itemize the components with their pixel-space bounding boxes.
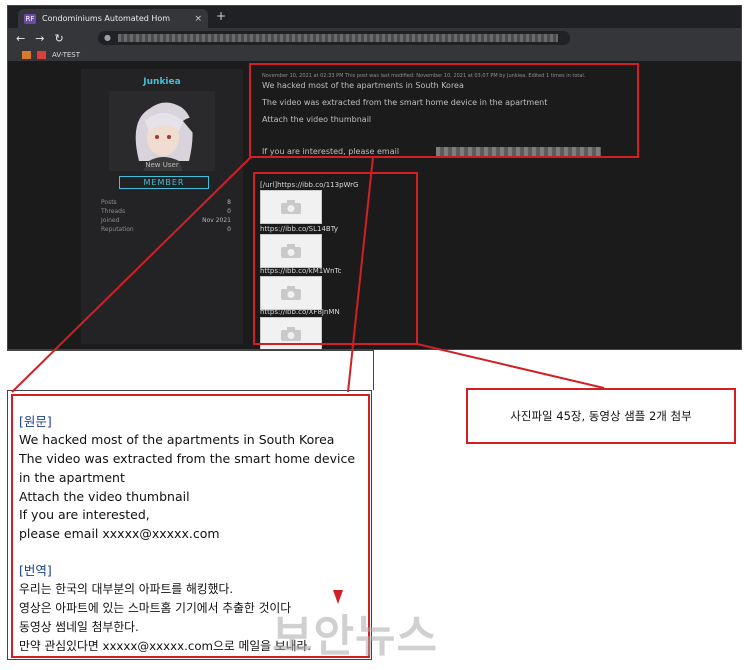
translated-line: 우리는 한국의 대부분의 아파트를 해킹했다. xyxy=(19,582,234,596)
original-line: The video was extracted from the smart h… xyxy=(19,451,356,466)
caption-text: 사진파일 45장, 동영상 샘플 2개 첨부 xyxy=(510,409,692,423)
original-line: If you are interested, xyxy=(19,507,150,522)
divider xyxy=(373,350,374,390)
translated-line: 만약 관심있다면 xxxxx@xxxxx.com으로 메일을 보내라. xyxy=(19,639,312,653)
watermark-marker-icon xyxy=(333,590,343,604)
translated-line: 영상은 아파트에 있는 스마트홈 기기에서 추출한 것이다 xyxy=(19,601,292,615)
address-bar[interactable]: ● xyxy=(98,31,570,45)
translated-header: [번역] xyxy=(19,563,52,578)
watermark: 보안뉴스 xyxy=(272,611,438,662)
caption-box: 사진파일 45장, 동영상 샘플 2개 첨부 xyxy=(466,388,736,444)
forward-arrow-icon[interactable]: → xyxy=(35,32,44,45)
original-line: in the apartment xyxy=(19,470,125,485)
browser-tab[interactable]: RF Condominiums Automated Hom × xyxy=(18,9,208,28)
translated-line: 동영상 썸네일 첨부한다. xyxy=(19,620,139,634)
reload-icon[interactable]: ↻ xyxy=(54,32,63,45)
tab-title: Condominiums Automated Hom xyxy=(42,14,171,23)
rank-badge: MEMBER xyxy=(119,176,209,189)
lock-icon: ● xyxy=(104,33,111,42)
stat-posts: Posts 8 xyxy=(101,199,231,206)
tab-close-icon[interactable]: × xyxy=(194,14,202,24)
original-line: We hacked most of the apartments in Sout… xyxy=(19,432,335,447)
divider xyxy=(7,350,374,351)
back-arrow-icon[interactable]: ← xyxy=(16,32,25,45)
tab-favicon-icon: RF xyxy=(24,13,36,24)
browser-tab-bar: RF Condominiums Automated Hom × + xyxy=(8,6,741,28)
browser-nav-bar: ← → ↻ ● xyxy=(8,28,741,48)
bookmark-apps-icon[interactable] xyxy=(22,50,31,59)
bookmark-label[interactable]: AV-TEST xyxy=(52,51,80,59)
highlight-box-images xyxy=(253,172,418,345)
highlight-box-text xyxy=(249,63,639,158)
original-header: [원문] xyxy=(19,414,52,429)
stat-reputation: Reputation 0 xyxy=(101,226,231,233)
avatar xyxy=(109,91,215,171)
new-tab-icon[interactable]: + xyxy=(216,9,226,23)
user-title: New User xyxy=(145,161,179,169)
bookmarks-bar: AV-TEST xyxy=(8,48,741,61)
original-line: Attach the video thumbnail xyxy=(19,489,190,504)
username[interactable]: Junkiea xyxy=(81,77,243,87)
original-line: please email xxxxx@xxxxx.com xyxy=(19,526,220,541)
user-profile-panel: Junkiea New User MEMBER Posts 8 Threads 0 … xyxy=(81,69,243,344)
callout-line-images xyxy=(416,343,605,389)
stat-threads: Threads 0 xyxy=(101,208,231,215)
stat-joined: Joined Nov 2021 xyxy=(101,217,231,224)
blurred-url xyxy=(118,34,558,42)
bookmark-site-icon[interactable] xyxy=(37,50,46,59)
